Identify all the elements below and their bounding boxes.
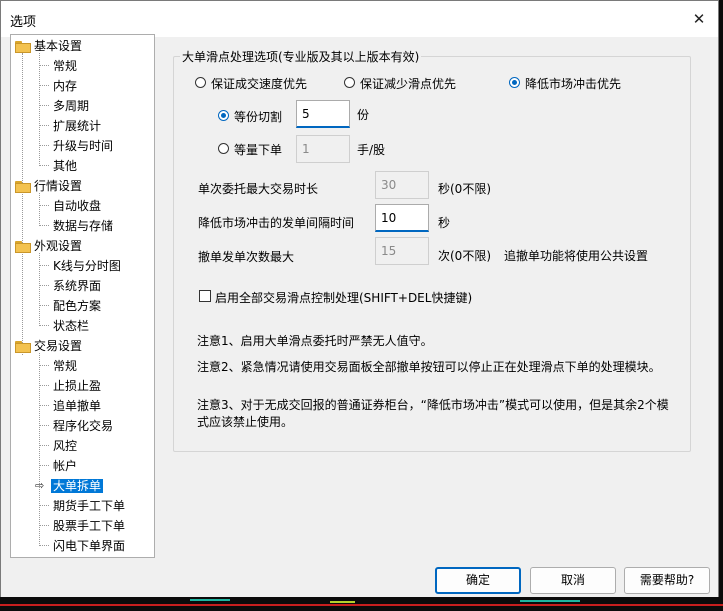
folder-icon — [15, 41, 31, 53]
note-3: 注意3、对于无成交回报的普通证券柜台，“降低市场冲击”模式可以使用，但是其余2个… — [197, 398, 669, 429]
close-icon[interactable]: ✕ — [687, 7, 711, 31]
label-impact-priority[interactable]: 降低市场冲击优先 — [525, 75, 621, 92]
background-chart-line — [520, 600, 580, 602]
parts-input[interactable]: 5 — [296, 100, 350, 128]
max-duration-input[interactable]: 30 — [375, 171, 429, 199]
max-cancel-input[interactable]: 15 — [375, 237, 429, 265]
tree-item-general[interactable]: 常规 — [53, 57, 77, 75]
radio-speed-priority[interactable] — [195, 77, 206, 88]
folder-icon — [15, 241, 31, 253]
qty-unit: 手/股 — [357, 143, 386, 157]
label-equal-qty[interactable]: 等量下单 — [234, 141, 282, 158]
tree-item-trade-general[interactable]: 常规 — [53, 357, 77, 375]
background-chart-line — [190, 599, 230, 601]
help-button[interactable]: 需要帮助? — [624, 567, 710, 594]
label-max-cancel: 撤单发单次数最大 — [198, 250, 295, 264]
radio-slippage-priority[interactable] — [344, 77, 355, 88]
tree-item-data-storage[interactable]: 数据与存储 — [53, 217, 113, 235]
tree-item-multi-period[interactable]: 多周期 — [53, 97, 89, 115]
folder-icon — [15, 181, 31, 193]
tree-item-color-scheme[interactable]: 配色方案 — [53, 297, 101, 315]
tree-group-basic[interactable]: 基本设置 — [34, 37, 82, 55]
settings-tree: 基本设置 常规 内存 多周期 扩展统计 升级与时间 其他 行情设置 自动收盘 数… — [10, 34, 155, 558]
tree-item-program-trade[interactable]: 程序化交易 — [53, 417, 113, 435]
tree-connector — [39, 193, 40, 226]
options-dialog: 选项 ✕ 基本设置 常规 内存 多周期 扩展统计 升级与时间 其他 行情设置 自… — [0, 0, 719, 597]
label-slippage-priority[interactable]: 保证减少滑点优先 — [360, 75, 456, 92]
selected-arrow-icon: ⇨ — [35, 479, 45, 492]
group-title: 大单滑点处理选项(专业版及其以上版本有效) — [180, 48, 422, 65]
parts-unit: 份 — [357, 108, 370, 122]
tree-item-system-ui[interactable]: 系统界面 — [53, 277, 101, 295]
tree-item-large-order-split[interactable]: 大单拆单 — [51, 477, 104, 495]
tree-connector — [39, 53, 40, 166]
radio-equal-qty[interactable] — [218, 143, 229, 154]
max-duration-unit: 秒(0不限) — [438, 182, 491, 196]
tree-connector — [39, 253, 40, 326]
label-interval: 降低市场冲击的发单间隔时间 — [198, 216, 355, 230]
qty-input[interactable]: 1 — [296, 135, 350, 163]
label-speed-priority[interactable]: 保证成交速度优先 — [211, 75, 307, 92]
window-title: 选项 — [10, 15, 37, 30]
label-equal-parts[interactable]: 等份切割 — [234, 108, 282, 125]
tree-item-upgrade-time[interactable]: 升级与时间 — [53, 137, 113, 155]
tree-item-auto-close[interactable]: 自动收盘 — [53, 197, 101, 215]
tree-connector — [22, 53, 23, 355]
background-chart-line — [330, 601, 355, 603]
tree-group-appearance[interactable]: 外观设置 — [34, 237, 82, 255]
enable-all-checkbox[interactable] — [199, 290, 211, 302]
note-2: 注意2、紧急情况请使用交易面板全部撤单按钮可以停止正在处理滑点下单的处理模块。 — [197, 360, 661, 374]
background-chart-line — [0, 604, 723, 606]
interval-unit: 秒 — [438, 216, 451, 230]
tree-item-other[interactable]: 其他 — [53, 157, 77, 175]
radio-equal-parts[interactable] — [218, 110, 229, 121]
tree-item-chase-cancel[interactable]: 追单撤单 — [53, 397, 101, 415]
tree-item-risk-control[interactable]: 风控 — [53, 437, 77, 455]
tree-item-stop-loss[interactable]: 止损止盈 — [53, 377, 101, 395]
radio-impact-priority[interactable] — [509, 77, 520, 88]
enable-all-label[interactable]: 启用全部交易滑点控制处理(SHIFT+DEL快捷键) — [215, 289, 472, 306]
interval-input[interactable]: 10 — [375, 204, 429, 232]
folder-icon — [15, 341, 31, 353]
tree-item-flash-order[interactable]: 闪电下单界面 — [53, 537, 125, 555]
tree-connector — [39, 353, 40, 546]
note-1: 注意1、启用大单滑点委托时严禁无人值守。 — [197, 334, 433, 348]
tree-item-account[interactable]: 帐户 — [53, 457, 77, 475]
tree-group-trade[interactable]: 交易设置 — [34, 337, 82, 355]
max-cancel-unit: 次(0不限) — [438, 249, 491, 263]
tree-item-kline[interactable]: K线与分时图 — [53, 257, 121, 275]
title-bar: 选项 ✕ — [1, 1, 718, 37]
tree-item-stock-manual[interactable]: 股票手工下单 — [53, 517, 125, 535]
tree-item-status-bar[interactable]: 状态栏 — [53, 317, 89, 335]
dialog-footer: 确定 取消 需要帮助? — [1, 560, 718, 597]
tree-item-memory[interactable]: 内存 — [53, 77, 77, 95]
max-cancel-hint: 追撤单功能将使用公共设置 — [504, 249, 649, 263]
cancel-button[interactable]: 取消 — [530, 567, 616, 594]
tree-item-futures-manual[interactable]: 期货手工下单 — [53, 497, 125, 515]
label-max-duration: 单次委托最大交易时长 — [198, 182, 319, 196]
ok-button[interactable]: 确定 — [435, 567, 521, 594]
tree-item-ext-stats[interactable]: 扩展统计 — [53, 117, 101, 135]
tree-group-quote[interactable]: 行情设置 — [34, 177, 82, 195]
